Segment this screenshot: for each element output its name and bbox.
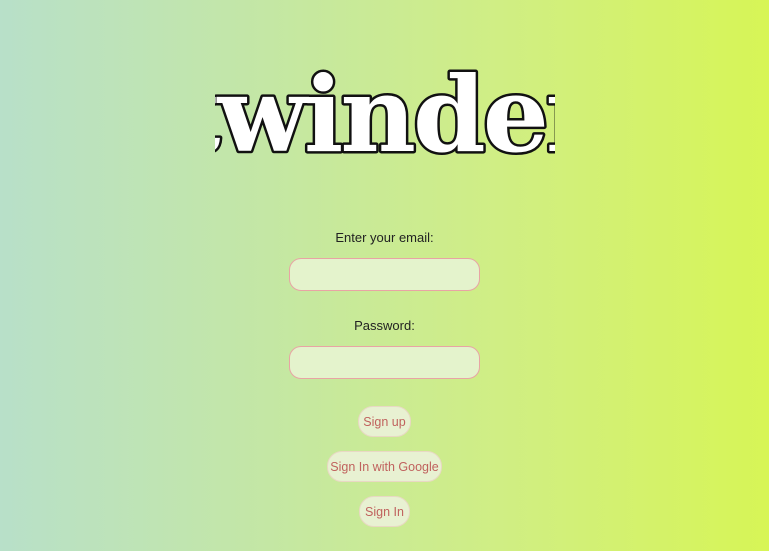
twinder-logo-graphic: twinder [215, 55, 555, 175]
password-input[interactable] [289, 346, 480, 379]
app-logo: twinder [0, 55, 769, 175]
sign-in-button[interactable]: Sign In [359, 496, 410, 527]
logo-wordmark: twinder [215, 55, 555, 175]
password-label: Password: [354, 318, 415, 333]
sign-in-with-google-button[interactable]: Sign In with Google [327, 451, 442, 482]
email-input[interactable] [289, 258, 480, 291]
email-label: Enter your email: [335, 230, 434, 245]
sign-up-button[interactable]: Sign up [358, 406, 411, 437]
